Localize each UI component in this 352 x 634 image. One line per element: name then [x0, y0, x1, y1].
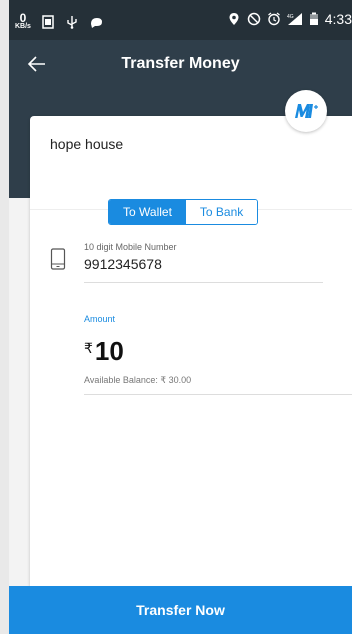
location-icon: [229, 13, 239, 25]
app-screen: 0 KB/s 4G 4:33 Transfer Money hope house…: [9, 0, 352, 634]
amount-input[interactable]: ₹ 10: [84, 336, 124, 367]
hotspot-icon: [90, 17, 102, 28]
amount-input-underline: [84, 394, 352, 395]
page-title: Transfer Money: [121, 55, 240, 72]
mobikwik-logo-icon: [285, 90, 327, 132]
tab-to-bank[interactable]: To Bank: [185, 200, 258, 224]
signal-icon: 4G: [287, 13, 302, 25]
net-speed-unit: KB/s: [15, 23, 31, 30]
net-speed-value: 0: [19, 11, 27, 25]
do-not-disturb-icon: [247, 12, 260, 26]
transfer-card: hope house To Wallet To Bank 10 digit Mo…: [30, 116, 352, 586]
amount-value: 10: [94, 336, 124, 366]
screenshot-icon: [42, 14, 54, 29]
network-type-label: 4G: [287, 14, 294, 20]
rupee-symbol: ₹: [84, 340, 93, 356]
mobile-number-input[interactable]: 9912345678: [84, 256, 162, 272]
status-time: 4:33: [324, 11, 352, 27]
battery-icon: [309, 12, 318, 25]
status-right-icons: 4G 4:33: [227, 11, 352, 27]
mobile-input-underline: [84, 282, 323, 283]
mobile-number-label: 10 digit Mobile Number: [84, 242, 177, 252]
transfer-now-button[interactable]: Transfer Now: [9, 586, 352, 634]
tab-to-wallet[interactable]: To Wallet: [109, 200, 186, 224]
payee-name: hope house: [50, 136, 124, 152]
usb-icon: [67, 15, 77, 29]
net-speed: 0 KB/s: [15, 11, 31, 30]
alarm-icon: [267, 12, 280, 26]
mobile-phone-icon: [50, 248, 66, 270]
available-balance: Available Balance: ₹ 30.00: [84, 375, 192, 385]
status-bar: 0 KB/s 4G 4:33: [9, 0, 352, 40]
amount-label: Amount: [84, 314, 116, 324]
transfer-type-toggle: To Wallet To Bank: [108, 199, 259, 225]
status-left-icons: 0 KB/s: [15, 11, 103, 30]
